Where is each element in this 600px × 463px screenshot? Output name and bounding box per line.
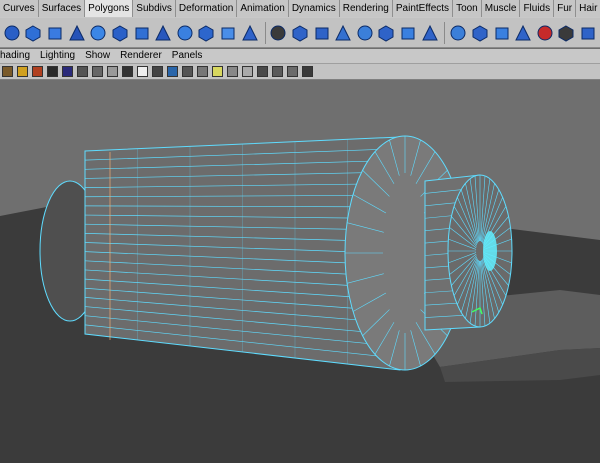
split-icon[interactable] [470,21,490,45]
poly-plane-icon[interactable] [89,21,109,45]
separate-icon[interactable] [290,21,310,45]
shelf-tab-toon[interactable]: Toon [453,0,482,17]
wireframe-icon[interactable] [137,66,148,77]
camera-attributes-icon[interactable] [2,66,13,77]
maya-window: Curves Surfaces Polygons Subdivs Deformation… [0,0,600,463]
viewport[interactable] [0,80,600,463]
image-plane-icon[interactable] [32,66,43,77]
smooth-icon[interactable] [333,21,353,45]
poly-soccer-ball-icon[interactable] [218,21,238,45]
shelf-separator [264,21,266,44]
panel-menu-hading[interactable]: hading [0,49,30,63]
shelf-tab-fur[interactable]: Fur [554,0,577,17]
safe-action-icon[interactable] [122,66,133,77]
shelf-tab-muscle[interactable]: Muscle [481,0,521,17]
append-polygon-icon[interactable] [420,21,440,45]
film-gate-icon[interactable] [62,66,73,77]
smooth-shade-icon[interactable] [152,66,163,77]
shelf-separator [444,21,446,44]
use-default-material-icon[interactable] [197,66,208,77]
merge-icon[interactable] [448,21,468,45]
wireframe-on-shaded-icon[interactable] [287,66,298,77]
shadow-icon[interactable] [227,66,238,77]
bridge-icon[interactable] [377,21,397,45]
resolution-gate-icon[interactable] [77,66,88,77]
shelf-tab-animation[interactable]: Animation [237,0,289,17]
shelf-tab-hair[interactable]: Hair [576,0,600,17]
shelf-tab-rendering[interactable]: Rendering [339,0,393,17]
bevel-icon[interactable] [355,21,375,45]
selected-cylinder-mesh[interactable] [39,135,513,371]
viewport-canvas[interactable] [0,80,600,463]
light-icon[interactable] [212,66,223,77]
poly-cube-icon[interactable] [24,21,44,45]
poly-pyramid-icon[interactable] [153,21,173,45]
panel-menu-show[interactable]: Show [85,49,110,63]
soft-select-icon[interactable] [578,21,598,45]
shelf-tab-painteffects[interactable]: PaintEffects [392,0,454,17]
checker-icon[interactable] [557,21,577,45]
poly-cone-icon[interactable] [67,21,87,45]
poly-cylinder-icon[interactable] [45,21,65,45]
insert-edge-loop-icon[interactable] [492,21,512,45]
panel-menu-lighting[interactable]: Lighting [40,49,75,63]
shelf-tab-deformation[interactable]: Deformation [175,0,238,17]
isolate-select-icon[interactable] [257,66,268,77]
extract-icon[interactable] [312,21,332,45]
bookmark-icon[interactable] [17,66,28,77]
shelf-icons [0,18,600,48]
shelf-tab-dynamics[interactable]: Dynamics [288,0,340,17]
panel-menu-bar: hading Lighting Show Renderer Panels [0,49,600,64]
panel-menu-renderer[interactable]: Renderer [120,49,162,63]
poly-pipe-icon[interactable] [175,21,195,45]
offset-edge-icon[interactable] [513,21,533,45]
shelf-tabs: Curves Surfaces Polygons Subdivs Deformation… [0,0,600,19]
shelf-tab-subdivs[interactable]: Subdivs [133,0,176,17]
poly-platonic-icon[interactable] [240,21,260,45]
bounding-box-icon[interactable] [182,66,193,77]
poly-helix-icon[interactable] [197,21,217,45]
shelf-tab-surfaces[interactable]: Surfaces [38,0,86,17]
xray-icon[interactable] [272,66,283,77]
mirror-icon[interactable] [535,21,555,45]
high-quality-icon[interactable] [302,66,313,77]
panel-toolbar [0,64,600,80]
grid-icon[interactable] [47,66,58,77]
poly-torus-icon[interactable] [110,21,130,45]
combine-icon[interactable] [268,21,288,45]
shelf-tab-polygons[interactable]: Polygons [85,0,134,17]
flat-shade-icon[interactable] [167,66,178,77]
poly-prism-icon[interactable] [132,21,152,45]
extrude-icon[interactable] [398,21,418,45]
shelf-tab-curves[interactable]: Curves [0,0,39,17]
panel-menu-panels[interactable]: Panels [172,49,203,63]
gate-mask-icon[interactable] [92,66,103,77]
shelf-tab-fluids[interactable]: Fluids [520,0,555,17]
texture-icon[interactable] [242,66,253,77]
poly-sphere-icon[interactable] [2,21,22,45]
field-chart-icon[interactable] [107,66,118,77]
